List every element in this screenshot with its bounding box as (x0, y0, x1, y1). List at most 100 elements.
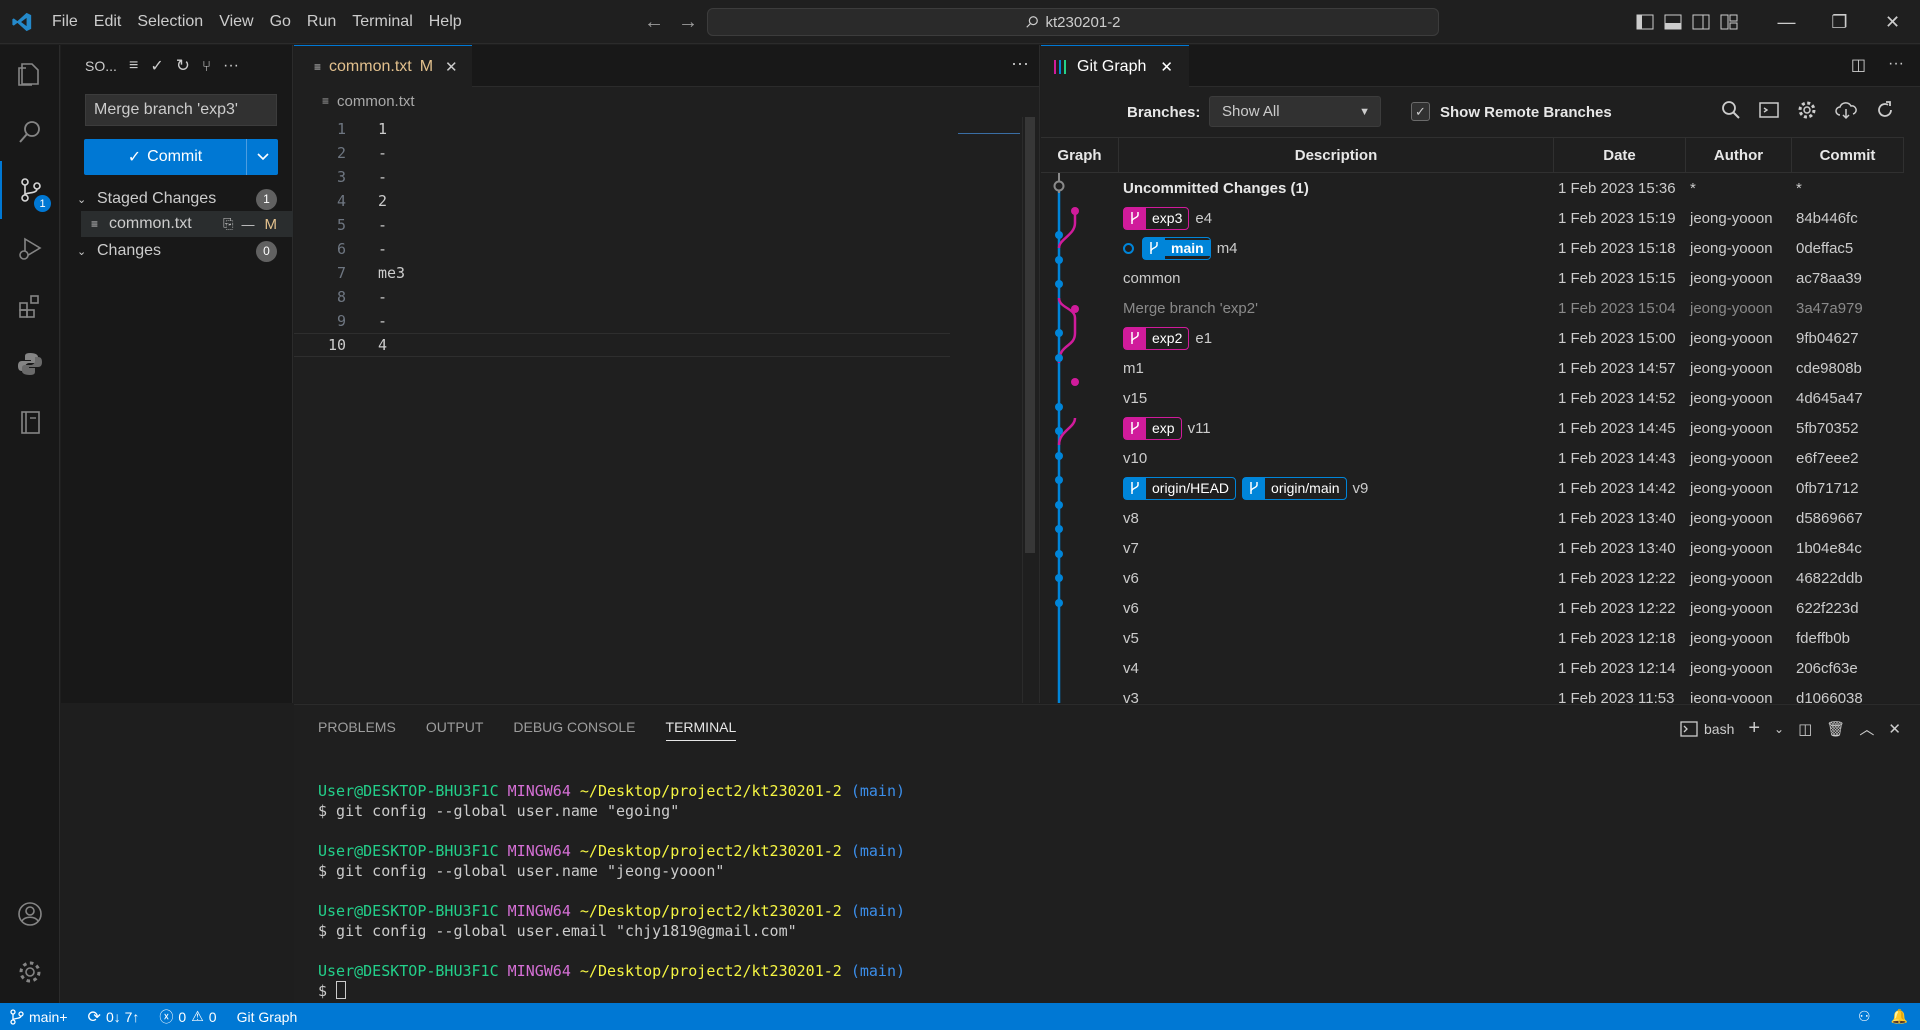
commit-row[interactable]: main m4 1 Feb 2023 15:18 jeong-yooon 0deffac… (1041, 233, 1904, 263)
close-window-icon[interactable]: ✕ (1866, 0, 1919, 44)
open-file-icon[interactable]: ⎘ (223, 216, 233, 232)
command-center[interactable]: kt230201-2 (707, 8, 1439, 36)
code-line[interactable]: 8- (294, 285, 1014, 309)
code-area[interactable]: 1 1 2-3-4 2 5-6-7 me3 8-9-10 4 (294, 117, 1014, 357)
terminal-shell-icon[interactable]: bash (1680, 721, 1734, 737)
code-line[interactable]: 42 (294, 189, 1014, 213)
more-actions-icon[interactable]: ··· (1011, 53, 1029, 74)
menu-selection[interactable]: Selection (129, 0, 211, 44)
refresh-icon[interactable] (1875, 100, 1895, 120)
branch-status[interactable]: main+ (0, 1003, 78, 1030)
problems-status[interactable]: ⓧ 0 ⚠ 0 (149, 1003, 226, 1030)
code-line[interactable]: 7 me3 (294, 261, 1014, 285)
git-graph-view-icon[interactable]: ⑂ (202, 58, 211, 75)
extensions-icon[interactable] (0, 277, 60, 335)
staged-changes-section[interactable]: ⌄ Staged Changes 1 (61, 186, 293, 212)
commit-dropdown-button[interactable] (246, 139, 278, 175)
maximize-icon[interactable]: ❐ (1813, 0, 1866, 44)
close-tab-icon[interactable]: ✕ (1160, 58, 1173, 76)
branch-ref-main[interactable]: main (1142, 236, 1211, 260)
unstage-icon[interactable]: — (242, 217, 255, 232)
minimize-icon[interactable]: — (1760, 0, 1813, 44)
close-panel-icon[interactable]: ✕ (1888, 720, 1901, 738)
commit-row[interactable]: Merge branch 'exp2' 1 Feb 2023 15:04 jeong… (1041, 293, 1904, 323)
source-control-icon[interactable]: 1 (0, 161, 60, 219)
commit-row[interactable]: v6 1 Feb 2023 12:22 jeong-yooon 46822ddb (1041, 563, 1904, 593)
code-line[interactable]: 11 (294, 117, 1014, 141)
commit-check-icon[interactable]: ✓ (150, 56, 163, 76)
commit-row[interactable]: origin/HEAD origin/main v9 1 Feb 2023 14:42… (1041, 473, 1904, 503)
customize-layout-icon[interactable] (1720, 14, 1738, 30)
close-tab-icon[interactable]: ✕ (445, 58, 458, 76)
commit-row[interactable]: v15 1 Feb 2023 14:52 jeong-yooon 4d645a47 (1041, 383, 1904, 413)
explorer-icon[interactable] (0, 45, 60, 103)
commit-row[interactable]: v4 1 Feb 2023 12:14 jeong-yooon 206cf63e (1041, 653, 1904, 683)
tab-problems[interactable]: PROBLEMS (318, 719, 396, 735)
commit-row[interactable]: exp2 e1 1 Feb 2023 15:00 jeong-yooon 9fb0462… (1041, 323, 1904, 353)
changes-section[interactable]: ⌄ Changes 0 (61, 238, 293, 264)
code-line[interactable]: 9- (294, 309, 1014, 333)
commit-button[interactable]: ✓ Commit (84, 139, 246, 175)
branches-select[interactable]: Show All ▼ (1209, 96, 1381, 127)
chevron-down-icon[interactable]: ⌄ (1774, 722, 1784, 736)
search-view-icon[interactable] (0, 103, 60, 161)
column-graph[interactable]: Graph (1041, 138, 1119, 172)
commit-row[interactable]: v5 1 Feb 2023 12:18 jeong-yooon fdeffb0b (1041, 623, 1904, 653)
commit-row[interactable]: v7 1 Feb 2023 13:40 jeong-yooon 1b04e84c (1041, 533, 1904, 563)
breadcrumb-file[interactable]: common.txt (337, 93, 415, 110)
code-line[interactable]: 6- (294, 237, 1014, 261)
new-terminal-icon[interactable]: + (1748, 717, 1760, 740)
refresh-icon[interactable]: ↻ (176, 56, 190, 76)
settings-gear-icon[interactable] (0, 943, 60, 1001)
code-line[interactable]: 2- (294, 141, 1014, 165)
code-line[interactable]: 10 4 (294, 333, 950, 357)
tab-output[interactable]: OUTPUT (426, 719, 484, 735)
code-line[interactable]: 5- (294, 213, 1014, 237)
commit-row[interactable]: v6 1 Feb 2023 12:22 jeong-yooon 622f223d (1041, 593, 1904, 623)
menu-file[interactable]: File (44, 0, 86, 44)
tab-git-graph[interactable]: Git Graph ✕ (1041, 45, 1189, 87)
commit-row[interactable]: v10 1 Feb 2023 14:43 jeong-yooon e6f7eee2 (1041, 443, 1904, 473)
menu-help[interactable]: Help (421, 0, 470, 44)
editor-scrollbar[interactable] (1022, 117, 1036, 703)
notebook-icon[interactable] (0, 393, 60, 451)
commit-row[interactable]: v8 1 Feb 2023 13:40 jeong-yooon d5869667 (1041, 503, 1904, 533)
branch-ref-origin-head[interactable]: origin/HEAD (1123, 476, 1237, 500)
commit-row[interactable]: m1 1 Feb 2023 14:57 jeong-yooon cde9808b (1041, 353, 1904, 383)
menu-run[interactable]: Run (299, 0, 344, 44)
live-share-icon[interactable]: ⚇ (1858, 1008, 1871, 1025)
commit-row[interactable]: exp3 e4 1 Feb 2023 15:19 jeong-yooon 84b446f… (1041, 203, 1904, 233)
terminal-output[interactable]: User@DESKTOP-BHU3F1C MINGW64 ~/Desktop/p… (318, 781, 905, 1021)
sync-status[interactable]: ⟳ 0↓ 7↑ (78, 1003, 150, 1030)
branch-ref-origin-main[interactable]: origin/main (1242, 476, 1347, 500)
terminal-icon[interactable] (1759, 100, 1779, 120)
accounts-icon[interactable] (0, 885, 60, 943)
view-as-tree-icon[interactable]: ≡ (129, 57, 138, 75)
tab-terminal[interactable]: TERMINAL (665, 719, 737, 741)
branch-ref-exp3[interactable]: exp3 (1123, 206, 1190, 230)
toggle-sidebar-icon[interactable] (1636, 14, 1654, 30)
scrollbar-thumb[interactable] (1025, 117, 1035, 553)
back-arrow-icon[interactable]: ← (644, 11, 664, 34)
run-debug-icon[interactable] (0, 219, 60, 277)
split-terminal-icon[interactable]: ◫ (1798, 720, 1812, 738)
settings-gear-icon[interactable] (1797, 100, 1817, 120)
tab-debug-console[interactable]: DEBUG CONSOLE (513, 719, 635, 735)
commit-row[interactable]: common 1 Feb 2023 15:15 jeong-yooon ac78aa3… (1041, 263, 1904, 293)
commit-message-input[interactable] (85, 94, 277, 126)
column-author[interactable]: Author (1686, 138, 1792, 172)
forward-arrow-icon[interactable]: → (678, 11, 698, 34)
menu-edit[interactable]: Edit (86, 0, 130, 44)
tab-common-txt[interactable]: ≡ common.txt M ✕ (294, 45, 472, 87)
trash-icon[interactable]: 🗑 (1826, 720, 1845, 738)
notifications-bell-icon[interactable]: 🔔 (1891, 1008, 1908, 1025)
more-actions-icon[interactable]: ··· (1888, 55, 1904, 75)
staged-file-item[interactable]: ≡ common.txt ⎘ — M (81, 211, 293, 237)
split-editor-icon[interactable]: ◫ (1851, 55, 1866, 75)
column-description[interactable]: Description (1119, 138, 1554, 172)
menu-terminal[interactable]: Terminal (344, 0, 420, 44)
code-line[interactable]: 3- (294, 165, 1014, 189)
commit-row[interactable]: v3 1 Feb 2023 11:53 jeong-yooon d1066038 (1041, 683, 1904, 704)
branch-ref-exp[interactable]: exp (1123, 416, 1182, 440)
toggle-secondary-sidebar-icon[interactable] (1692, 14, 1710, 30)
